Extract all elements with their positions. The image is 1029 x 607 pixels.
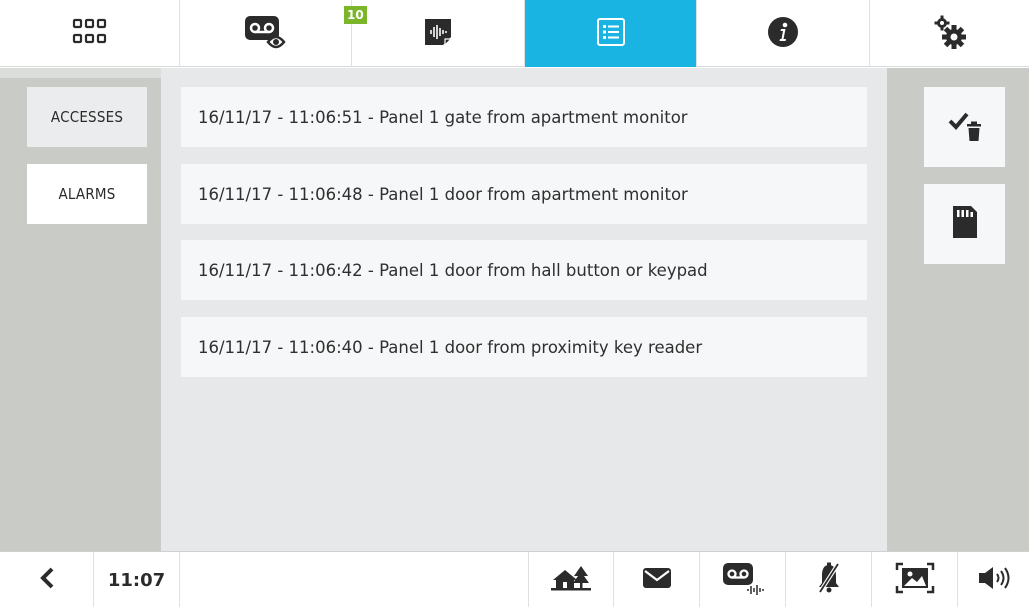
- tab-settings[interactable]: [870, 0, 1029, 67]
- bottom-spacer: [180, 552, 529, 607]
- videomemory-audio-button[interactable]: [700, 552, 786, 607]
- sidebar-item-alarms[interactable]: ALARMS: [27, 164, 147, 224]
- picture-frame-icon: [895, 562, 935, 598]
- log-entry[interactable]: 16/11/17 - 11:06:42 - Panel 1 door from …: [181, 240, 867, 300]
- tab-event-log[interactable]: [525, 0, 697, 67]
- log-entry[interactable]: 16/11/17 - 11:06:48 - Panel 1 door from …: [181, 164, 867, 224]
- action-panel: [887, 68, 1029, 551]
- info-icon: [767, 16, 799, 52]
- sd-card-button[interactable]: [924, 184, 1005, 264]
- bottom-status-bar: 11:07: [0, 551, 1029, 607]
- tab-apps-grid[interactable]: [0, 0, 180, 67]
- grid-icon: [72, 18, 108, 50]
- list-icon: [596, 17, 626, 51]
- envelope-icon: [642, 567, 672, 593]
- check-trash-icon: [947, 107, 983, 147]
- back-button[interactable]: [0, 552, 94, 607]
- tab-videomemory-viewer[interactable]: 10: [180, 0, 367, 67]
- clock-time: 11:07: [107, 569, 166, 591]
- gears-icon: [932, 14, 968, 54]
- bell-mute-icon: [816, 562, 842, 598]
- speaker-volume-button[interactable]: [958, 552, 1029, 607]
- sd-card-icon: [951, 204, 979, 244]
- speaker-icon: [977, 565, 1011, 595]
- clock: 11:07: [94, 552, 180, 607]
- event-log-list: 16/11/17 - 11:06:51 - Panel 1 gate from …: [161, 68, 887, 551]
- messages-button[interactable]: [614, 552, 700, 607]
- home-status-button[interactable]: [529, 552, 614, 607]
- videomemory-audio-icon: [721, 561, 765, 599]
- audio-message-icon: [423, 17, 453, 51]
- photo-frame-button[interactable]: [872, 552, 958, 607]
- tab-audio-messages[interactable]: [352, 0, 525, 67]
- sidebar-item-accesses[interactable]: ACCESSES: [27, 87, 147, 147]
- ringer-mute-button[interactable]: [786, 552, 872, 607]
- top-navigation-bar: 10: [0, 0, 1029, 67]
- home-tree-icon: [551, 564, 591, 596]
- check-delete-button[interactable]: [924, 87, 1005, 167]
- log-entry[interactable]: 16/11/17 - 11:06:40 - Panel 1 door from …: [181, 317, 867, 377]
- category-sidebar: ACCESSES ALARMS: [0, 68, 161, 551]
- tab-info[interactable]: [697, 0, 870, 67]
- videomemory-eye-icon: [242, 12, 290, 56]
- sidebar-header-strip: [0, 68, 161, 78]
- back-chevron-icon: [37, 566, 57, 594]
- log-entry[interactable]: 16/11/17 - 11:06:51 - Panel 1 gate from …: [181, 87, 867, 147]
